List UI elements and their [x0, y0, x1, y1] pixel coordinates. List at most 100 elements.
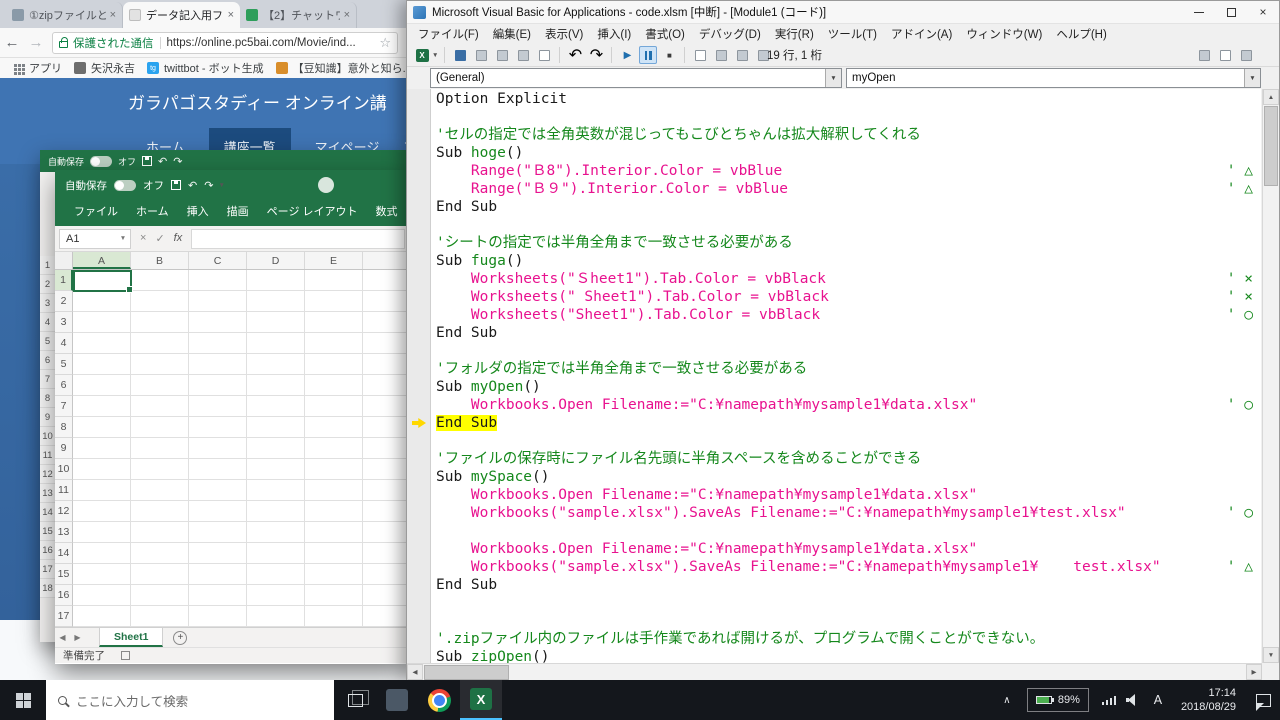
code-line[interactable]: Workbooks("sample.xlsx").SaveAs Filename… — [436, 504, 1261, 522]
code-line[interactable]: 'フォルダの指定では半角全角まで一致させる必要がある — [436, 360, 1261, 378]
column-header-partial[interactable] — [363, 252, 406, 269]
code-line[interactable]: End Sub — [436, 414, 1261, 432]
cut-icon[interactable] — [472, 46, 490, 64]
horizontal-scroll-thumb[interactable] — [424, 665, 509, 680]
taskbar-app-button[interactable] — [376, 680, 418, 720]
code-line[interactable]: Sub zipOpen() — [436, 648, 1261, 663]
ime-indicator[interactable]: A — [1145, 693, 1171, 707]
taskbar-search[interactable]: ここに入力して検索 — [46, 680, 334, 720]
tab-close-icon[interactable]: × — [228, 9, 234, 21]
bookmark-item[interactable]: tg twittbot - ボット生成 — [147, 60, 264, 76]
code-line[interactable]: 'ファイルの保存時にファイル名先頭に半角スペースを含めることができる — [436, 450, 1261, 468]
help-icon[interactable] — [1216, 46, 1234, 64]
cancel-icon[interactable]: × — [140, 232, 146, 245]
save-icon[interactable] — [171, 180, 181, 190]
sheet-tab-sheet1[interactable]: Sheet1 — [99, 628, 163, 647]
find-icon[interactable] — [535, 46, 553, 64]
menu-window[interactable]: ウィンドウ(W) — [959, 26, 1049, 42]
code-line[interactable]: '.zipファイル内のファイルは手作業であれば開けるが、プログラムで開くことがで… — [436, 630, 1261, 648]
bookmark-star-icon[interactable]: ☆ — [379, 35, 391, 51]
bookmark-apps[interactable]: アプリ — [12, 60, 62, 76]
autosave-toggle[interactable] — [90, 156, 112, 167]
dropdown-arrow-icon[interactable]: ▼ — [825, 69, 841, 87]
code-line[interactable]: Workbooks.Open Filename:="C:¥namepath¥my… — [436, 486, 1261, 504]
taskbar-clock[interactable]: 17:14 2018/08/29 — [1181, 686, 1236, 714]
row-header[interactable]: 3 — [55, 312, 73, 333]
code-line[interactable]: Workbooks.Open Filename:="C:¥namepath¥my… — [436, 540, 1261, 558]
code-line[interactable] — [436, 216, 1261, 234]
code-line[interactable]: Sub myOpen() — [436, 378, 1261, 396]
sheet-grid[interactable]: 1234567891011121314151617 — [55, 270, 406, 627]
menu-insert[interactable]: 挿入(I) — [590, 26, 638, 42]
break-icon-pressed[interactable] — [639, 46, 657, 64]
name-box[interactable]: A1 ▼ — [59, 229, 131, 249]
network-status[interactable] — [1097, 696, 1121, 705]
row-header[interactable]: 6 — [55, 375, 73, 396]
code-line[interactable] — [436, 612, 1261, 630]
action-center-button[interactable] — [1246, 680, 1280, 720]
secure-lock-icon[interactable] — [59, 41, 68, 48]
taskbar-chrome-button[interactable] — [418, 680, 460, 720]
sheet-next-icon[interactable]: ▶ — [70, 633, 85, 642]
menu-format[interactable]: 書式(O) — [638, 26, 692, 42]
row-header[interactable]: 17 — [55, 606, 73, 627]
bookmark-item[interactable]: 矢沢永吉 — [74, 60, 135, 76]
code-line[interactable] — [436, 432, 1261, 450]
battery-status[interactable]: 89% — [1027, 688, 1089, 712]
save-icon[interactable] — [142, 156, 152, 166]
bookmark-item[interactable]: 【豆知識】意外と知ら... — [276, 60, 406, 76]
row-header[interactable]: 14 — [55, 543, 73, 564]
code-line[interactable]: 'シートの指定では半角全角まで一致させる必要がある — [436, 234, 1261, 252]
code-line[interactable]: Option Explicit — [436, 90, 1261, 108]
hidden-icons-chevron-icon[interactable]: ∧ — [995, 695, 1019, 706]
row-header[interactable]: 7 — [55, 396, 73, 417]
toolbox-icon[interactable] — [1195, 46, 1213, 64]
margin-indicator-bar[interactable] — [407, 89, 431, 663]
menu-edit[interactable]: 編集(E) — [486, 26, 538, 42]
macro-record-icon[interactable] — [121, 651, 130, 660]
code-line[interactable]: Worksheets("Sheet1").Tab.Color = vbBlack… — [436, 306, 1261, 324]
taskbar-excel-button-active[interactable]: X — [460, 680, 502, 720]
paste-icon[interactable] — [514, 46, 532, 64]
design-mode-icon[interactable] — [691, 46, 709, 64]
insert-function-icon[interactable]: fx — [174, 232, 183, 245]
ribbon-tab-draw[interactable]: 描画 — [218, 203, 258, 226]
enter-icon[interactable]: ✓ — [155, 232, 164, 245]
run-continue-icon[interactable]: ▶ — [618, 46, 636, 64]
vertical-scrollbar[interactable]: ▲ ▼ — [1262, 89, 1279, 663]
project-explorer-icon[interactable] — [712, 46, 730, 64]
column-header-c[interactable]: C — [189, 252, 247, 269]
user-avatar[interactable] — [318, 177, 334, 193]
row-header[interactable]: 8 — [55, 417, 73, 438]
redo-dropdown-icon[interactable]: ▼ — [218, 182, 224, 189]
menu-run[interactable]: 実行(R) — [768, 26, 821, 42]
ribbon-tab-file[interactable]: ファイル — [65, 203, 127, 226]
name-box-dropdown-icon[interactable]: ▼ — [116, 235, 130, 242]
row-header[interactable]: 5 — [55, 354, 73, 375]
scroll-down-icon[interactable]: ▼ — [1263, 647, 1279, 663]
address-bar[interactable]: 保護された通信 https://online.pc5bai.com/Movie/… — [52, 32, 398, 54]
column-header-e[interactable]: E — [305, 252, 363, 269]
code-line[interactable] — [436, 594, 1261, 612]
ribbon-tab-insert[interactable]: 挿入 — [178, 203, 218, 226]
row-header[interactable]: 11 — [55, 480, 73, 501]
code-line[interactable] — [436, 108, 1261, 126]
url-text[interactable]: https://online.pc5bai.com/Movie/ind... — [167, 37, 376, 49]
row-header[interactable]: 10 — [55, 459, 73, 480]
copy-icon[interactable] — [493, 46, 511, 64]
code-line[interactable]: End Sub — [436, 198, 1261, 216]
maximize-button[interactable] — [1215, 1, 1247, 23]
properties-window-icon[interactable] — [733, 46, 751, 64]
column-header-d[interactable]: D — [247, 252, 305, 269]
row-header[interactable]: 13 — [55, 522, 73, 543]
row-header[interactable]: 9 — [55, 438, 73, 459]
row-header[interactable]: 2 — [55, 291, 73, 312]
ribbon-tab-home[interactable]: ホーム — [127, 203, 178, 226]
active-cell-a1[interactable] — [73, 270, 132, 292]
code-line[interactable]: Range("Ｂ8").Interior.Color = vbBlue' △ — [436, 162, 1261, 180]
row-header[interactable]: 1 — [55, 270, 73, 291]
object-dropdown[interactable]: (General) ▼ — [430, 68, 842, 88]
browser-tab-2-active[interactable]: データ記入用ファイルを配布... × — [123, 2, 240, 28]
sheet-prev-icon[interactable]: ◀ — [55, 633, 70, 642]
menu-view[interactable]: 表示(V) — [538, 26, 590, 42]
